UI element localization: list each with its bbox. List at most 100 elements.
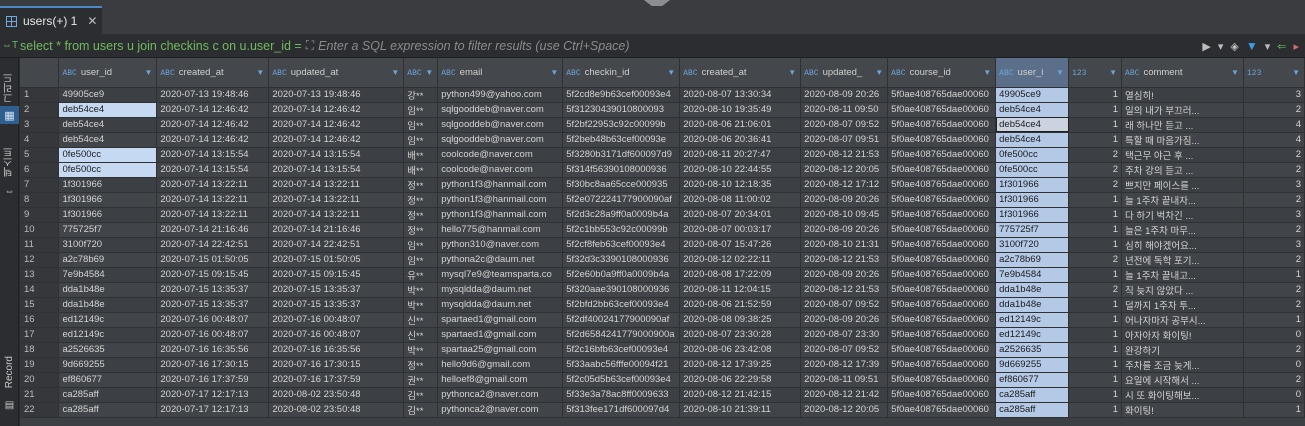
table-cell[interactable]: 5f314f56390108000936 bbox=[562, 162, 681, 178]
cell-user-id[interactable]: ca285aff bbox=[58, 402, 158, 418]
table-row[interactable]: 10 775725f7 2020-07-14 21:16:46 2020-07-14 … bbox=[20, 222, 1305, 238]
table-cell[interactable]: 5f0ae408765dae00060 bbox=[887, 312, 997, 328]
table-cell[interactable]: 2020-07-14 13:22:11 bbox=[268, 177, 405, 193]
table-cell[interactable]: 년전에 독학 포기... bbox=[1121, 252, 1244, 268]
table-cell[interactable]: 완강하기 bbox=[1121, 342, 1244, 358]
column-header[interactable]: ABC created_at ▼ bbox=[156, 58, 270, 88]
cell-user-id-joined[interactable]: ed12149c bbox=[995, 327, 1070, 343]
table-cell[interactable]: sqlgooddeb@naver.com bbox=[437, 117, 564, 133]
table-cell[interactable]: 5f0ae408765dae00060 bbox=[887, 162, 997, 178]
cell-number[interactable]: 1 bbox=[1068, 192, 1123, 208]
history-dropdown-icon[interactable]: ▾ bbox=[1218, 40, 1224, 53]
table-cell[interactable]: 임** bbox=[403, 117, 439, 133]
table-cell[interactable]: 2020-07-14 13:15:54 bbox=[268, 147, 405, 163]
table-cell[interactable]: 2020-08-11 20:27:47 bbox=[679, 147, 802, 163]
panel-resize-handle[interactable] bbox=[644, 0, 670, 6]
cell-number[interactable]: 1 bbox=[1068, 222, 1123, 238]
cell-number[interactable]: 1 bbox=[1243, 312, 1305, 328]
table-cell[interactable]: 배** bbox=[403, 162, 439, 178]
table-cell[interactable]: 2020-08-12 02:22:11 bbox=[679, 252, 802, 268]
cell-number[interactable]: 1 bbox=[1068, 117, 1123, 133]
table-cell[interactable]: 어나자마자 공부시... bbox=[1121, 312, 1244, 328]
table-cell[interactable]: 5f0ae408765dae00060 bbox=[887, 387, 997, 403]
cell-user-id-joined[interactable]: ca285aff bbox=[995, 387, 1070, 403]
more-icon[interactable]: ▸ bbox=[1293, 40, 1299, 53]
table-cell[interactable]: 2020-07-16 17:30:15 bbox=[156, 357, 270, 373]
cell-user-id[interactable]: 775725f7 bbox=[58, 222, 158, 238]
table-row[interactable]: 17 ed12149c 2020-07-16 00:48:07 2020-07-16 … bbox=[20, 327, 1305, 343]
table-cell[interactable]: helloef8@gmail.com bbox=[437, 372, 564, 388]
table-cell[interactable]: 2020-07-16 00:48:07 bbox=[268, 327, 405, 343]
table-cell[interactable]: 2020-08-07 23:30 bbox=[800, 327, 889, 343]
table-row[interactable]: 14 dda1b48e 2020-07-15 13:35:37 2020-07-15 … bbox=[20, 282, 1305, 298]
table-cell[interactable]: 2020-08-12 21:53 bbox=[800, 252, 889, 268]
table-cell[interactable]: python499@yahoo.com bbox=[437, 87, 564, 103]
table-cell[interactable]: 박** bbox=[403, 342, 439, 358]
cell-number[interactable]: 3 bbox=[1243, 177, 1305, 193]
table-cell[interactable]: 5f30bc8aa65cce000935 bbox=[562, 177, 681, 193]
table-cell[interactable]: 5f2d3c28a9ff0a0009b4a bbox=[562, 207, 681, 223]
cell-number[interactable]: 2 bbox=[1243, 147, 1305, 163]
sql-query-text[interactable]: select * from users u join checkins c on… bbox=[20, 39, 302, 53]
table-cell[interactable]: 2020-08-10 12:18:35 bbox=[679, 177, 802, 193]
table-cell[interactable]: 2020-08-11 12:04:15 bbox=[679, 282, 802, 298]
table-cell[interactable]: 2020-07-16 17:30:15 bbox=[268, 357, 405, 373]
table-cell[interactable]: 2020-07-16 00:48:07 bbox=[156, 327, 270, 343]
cell-number[interactable]: 1 bbox=[1068, 357, 1123, 373]
cell-number[interactable]: 1 bbox=[1068, 327, 1123, 343]
back-arrow-icon[interactable]: ⇐ bbox=[1277, 40, 1286, 53]
cell-number[interactable]: 2 bbox=[1243, 222, 1305, 238]
table-cell[interactable]: 직 늦지 않았다 ... bbox=[1121, 282, 1244, 298]
table-cell[interactable]: mysqldda@daum.net bbox=[437, 282, 564, 298]
table-cell[interactable]: 2020-08-12 21:53 bbox=[800, 282, 889, 298]
table-cell[interactable]: 2020-07-15 01:50:05 bbox=[156, 252, 270, 268]
cell-user-id[interactable]: 0fe500cc bbox=[58, 147, 158, 163]
cell-number[interactable]: 1 bbox=[1243, 402, 1305, 418]
cell-user-id[interactable]: 9d669255 bbox=[58, 357, 158, 373]
table-cell[interactable]: 2020-08-07 15:47:26 bbox=[679, 237, 802, 253]
table-cell[interactable]: 임** bbox=[403, 237, 439, 253]
expand-icon[interactable]: ⛶ bbox=[306, 38, 314, 53]
table-cell[interactable]: 5f2bf22953c92c00099b bbox=[562, 117, 681, 133]
table-cell[interactable]: 5f2cd8e9b63cef00093e4 bbox=[562, 87, 681, 103]
table-cell[interactable]: 신** bbox=[403, 312, 439, 328]
cell-user-id-joined[interactable]: ca285aff bbox=[995, 402, 1070, 418]
table-cell[interactable]: pythona2c@daum.net bbox=[437, 252, 564, 268]
table-cell[interactable]: 2020-07-14 12:46:42 bbox=[156, 102, 270, 118]
cell-number[interactable]: 1 bbox=[1068, 387, 1123, 403]
table-cell[interactable]: 2020-08-09 20:26 bbox=[800, 192, 889, 208]
table-cell[interactable]: 5f33aabc56fffe00094f21 bbox=[562, 357, 681, 373]
table-cell[interactable]: 2020-08-06 20:36:41 bbox=[679, 132, 802, 148]
table-cell[interactable]: pythonca2@naver.com bbox=[437, 387, 564, 403]
table-cell[interactable]: 2020-07-16 16:35:56 bbox=[156, 342, 270, 358]
table-cell[interactable]: 덜까지 1주차 투... bbox=[1121, 297, 1244, 313]
table-row[interactable]: 19 9d669255 2020-07-16 17:30:15 2020-07-16 … bbox=[20, 357, 1305, 373]
table-cell[interactable]: 2020-08-09 20:26 bbox=[800, 87, 889, 103]
table-cell[interactable]: 2020-07-15 09:15:45 bbox=[268, 267, 405, 283]
table-cell[interactable]: 5f2d6584241779000900a bbox=[562, 327, 681, 343]
cell-user-id-joined[interactable]: deb54ce4 bbox=[995, 117, 1070, 133]
table-cell[interactable]: 2020-07-14 12:46:42 bbox=[156, 132, 270, 148]
cell-user-id-joined[interactable]: 9d669255 bbox=[995, 357, 1070, 373]
table-cell[interactable]: 5f0ae408765dae00060 bbox=[887, 117, 997, 133]
cell-user-id[interactable]: a2c78b69 bbox=[58, 252, 158, 268]
table-cell[interactable]: 5f3280b3171df600097d9 bbox=[562, 147, 681, 163]
cell-number[interactable]: 1 bbox=[1068, 267, 1123, 283]
table-row[interactable]: 6 0fe500cc 2020-07-14 13:15:54 2020-07-14 1… bbox=[20, 162, 1305, 178]
table-cell[interactable]: 2020-08-10 19:35:49 bbox=[679, 102, 802, 118]
table-cell[interactable]: mysqldda@daum.net bbox=[437, 297, 564, 313]
table-cell[interactable]: coolcode@naver.com bbox=[437, 162, 564, 178]
column-header[interactable]: ABC updated_at ▼ bbox=[268, 58, 405, 88]
table-cell[interactable]: 5f2e072224177900090af bbox=[562, 192, 681, 208]
text-view-icon[interactable]: ⇔ bbox=[0, 184, 19, 198]
table-cell[interactable]: 2020-08-02 23:50:48 bbox=[268, 387, 405, 403]
table-cell[interactable]: 2020-08-08 09:38:25 bbox=[679, 312, 802, 328]
cell-user-id-joined[interactable]: 1f301966 bbox=[995, 177, 1070, 193]
table-cell[interactable]: 특할 때 마음가짐... bbox=[1121, 132, 1244, 148]
cell-user-id-joined[interactable]: 775725f7 bbox=[995, 222, 1070, 238]
table-cell[interactable]: 5f313fee171df600097d4 bbox=[562, 402, 681, 418]
table-cell[interactable]: 정** bbox=[403, 207, 439, 223]
table-cell[interactable]: 2020-08-09 20:26 bbox=[800, 222, 889, 238]
table-cell[interactable]: 늘은 1주차 마무... bbox=[1121, 222, 1244, 238]
cell-number[interactable]: 1 bbox=[1068, 132, 1123, 148]
